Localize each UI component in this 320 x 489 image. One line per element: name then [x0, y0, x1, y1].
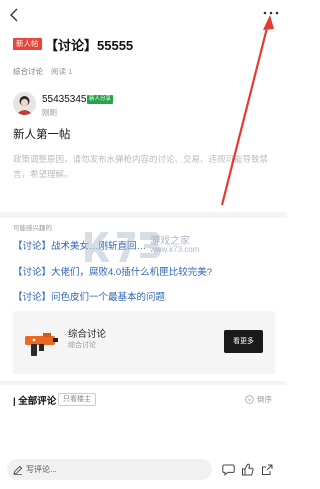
forum-card[interactable]: 综合讨论 综合讨论 看更多 [13, 311, 275, 374]
bottom-action-bar: 写评论... [0, 451, 287, 489]
post-meta: 综合讨论 阅读 1 [13, 66, 72, 77]
sort-toggle[interactable]: 倒序 [257, 394, 272, 405]
recommend-title: 可能感兴趣的 [13, 225, 52, 232]
read-count: 阅读 1 [51, 67, 73, 76]
author-only-filter[interactable]: 只看楼主 [58, 393, 96, 406]
top-bar [0, 0, 287, 30]
author-name[interactable]: 55435345 [42, 94, 87, 105]
sort-icon[interactable] [245, 395, 254, 404]
comment-placeholder: 写评论... [26, 465, 57, 474]
water-gun-thumbnail-icon [25, 333, 58, 356]
post-title: 【讨论】55555 [45, 38, 134, 53]
forum-card-subtitle: 综合讨论 [68, 342, 96, 349]
recommend-item[interactable]: 【讨论】问色皮们一个最基本的问题 [13, 289, 165, 303]
post-body: 新人第一帖 [13, 129, 71, 141]
avatar-image-icon [13, 92, 36, 115]
section-divider [0, 212, 287, 218]
new-post-badge: 新人帖 [13, 38, 42, 50]
comment-icon[interactable] [222, 463, 235, 476]
back-arrow-icon[interactable] [8, 7, 22, 23]
recommend-item[interactable]: 【讨论】大佬们，腐败4.0插什么机匣比较完美? [13, 264, 212, 278]
forum-card-title: 综合讨论 [68, 329, 107, 340]
watermark-url: www.k73.com [150, 245, 200, 254]
post-time: 刚刚 [42, 108, 57, 117]
more-options-icon[interactable] [262, 8, 280, 18]
share-icon[interactable] [261, 463, 274, 476]
avatar[interactable] [13, 92, 36, 115]
comment-input[interactable]: 写评论... [7, 459, 212, 480]
pencil-icon [13, 465, 23, 475]
author-badge: 新人分享 [87, 95, 114, 104]
comments-title: | 全部评论 [13, 396, 57, 407]
policy-notice: 政策调整原因，请勿发布水弹枪内容的讨论、交易、违规可能导致禁言，希望理解。 [13, 154, 269, 179]
like-icon[interactable] [241, 463, 254, 476]
see-more-button[interactable]: 看更多 [224, 330, 263, 353]
section-divider [0, 381, 287, 385]
post-category[interactable]: 综合讨论 [13, 67, 43, 76]
